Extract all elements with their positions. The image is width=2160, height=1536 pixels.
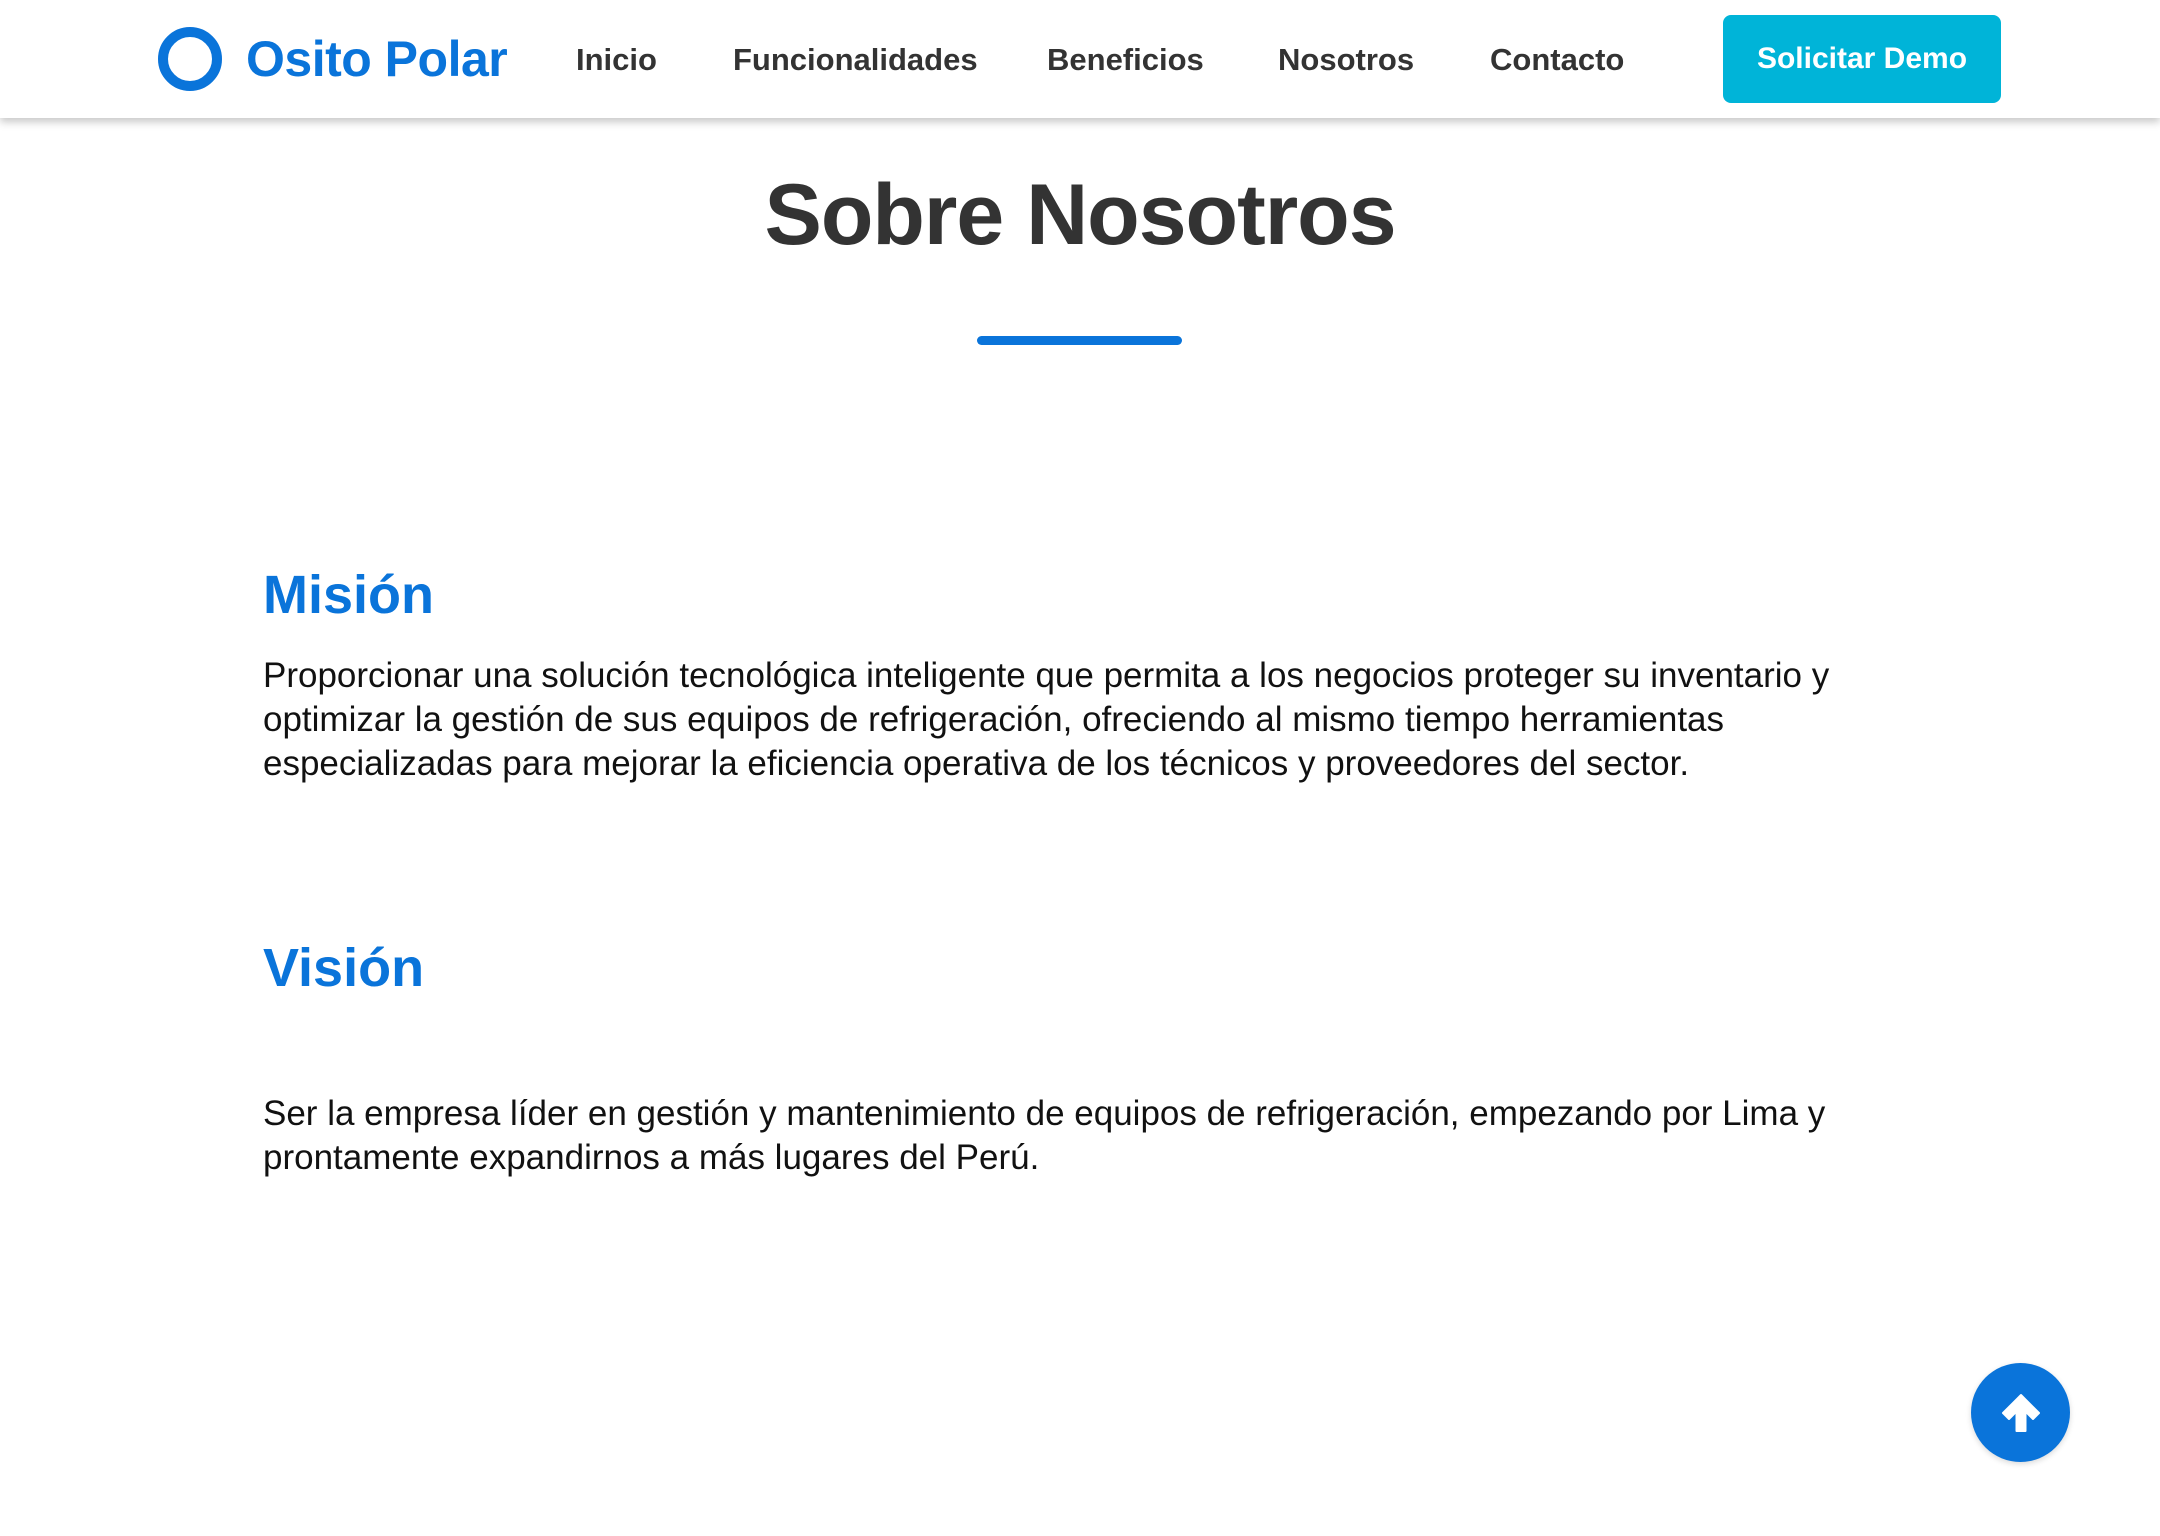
arrow-up-icon xyxy=(2001,1393,2040,1432)
mision-heading: Misión xyxy=(263,565,434,625)
nav-link-inicio[interactable]: Inicio xyxy=(576,38,657,82)
brand-logo[interactable]: Osito Polar xyxy=(158,26,508,92)
request-demo-button[interactable]: Solicitar Demo xyxy=(1723,15,2001,103)
mision-text: Proporcionar una solución tecnológica in… xyxy=(263,656,1830,783)
ring-logo-icon xyxy=(158,27,222,91)
navbar: Osito Polar Inicio Funcionalidades Benef… xyxy=(0,0,2160,118)
nav-link-contacto[interactable]: Contacto xyxy=(1490,38,1624,82)
nav-link-funcionalidades[interactable]: Funcionalidades xyxy=(733,38,978,82)
brand-name: Osito Polar xyxy=(246,31,508,87)
section-title: Sobre Nosotros xyxy=(764,167,1396,263)
vision-text: Ser la empresa líder en gestión y manten… xyxy=(263,1094,1826,1177)
nav-link-nosotros[interactable]: Nosotros xyxy=(1278,38,1414,82)
vision-heading: Visión xyxy=(263,938,425,998)
nav-link-beneficios[interactable]: Beneficios xyxy=(1047,38,1204,82)
scroll-to-top-button[interactable] xyxy=(1971,1363,2070,1462)
title-underline xyxy=(977,336,1182,345)
